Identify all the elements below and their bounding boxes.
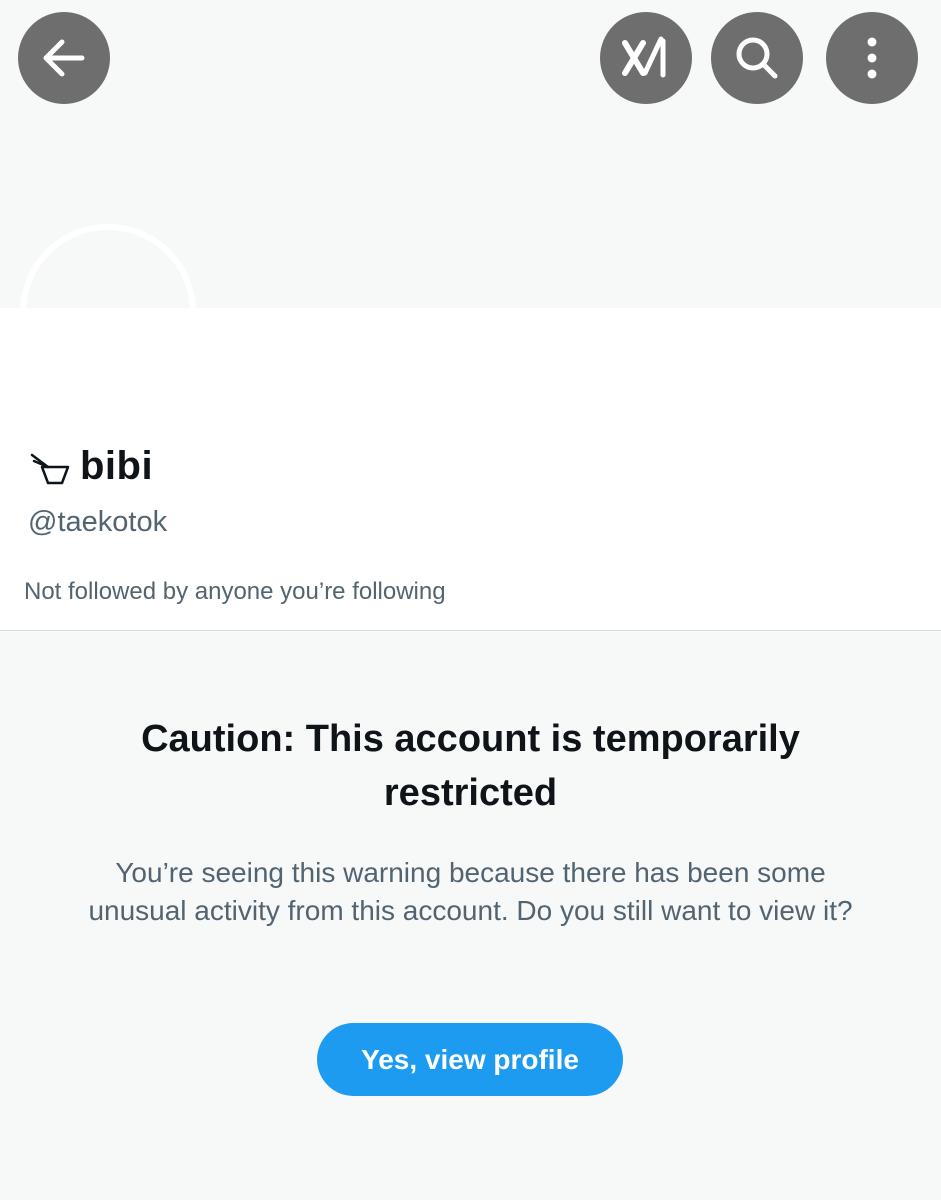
warning-description: You’re seeing this warning because there… — [88, 857, 853, 926]
arrow-left-icon — [43, 39, 85, 77]
display-name: bibi — [80, 444, 154, 488]
grok-icon — [622, 36, 666, 78]
search-icon — [736, 37, 778, 79]
more-vertical-icon — [867, 37, 877, 79]
followers-you-know-text: Not followed by anyone you’re following — [24, 578, 446, 605]
view-profile-button[interactable]: Yes, view profile — [317, 1023, 623, 1096]
profile-name-row: bibi — [28, 444, 153, 489]
more-button[interactable] — [826, 12, 918, 104]
grok-button[interactable] — [600, 12, 692, 104]
chopsticks-bowl-icon — [30, 453, 70, 484]
search-button[interactable] — [711, 12, 803, 104]
user-handle: @taekotok — [28, 506, 168, 538]
back-button[interactable] — [18, 12, 110, 104]
warning-title: Caution: This account is temporarily res… — [141, 718, 800, 814]
